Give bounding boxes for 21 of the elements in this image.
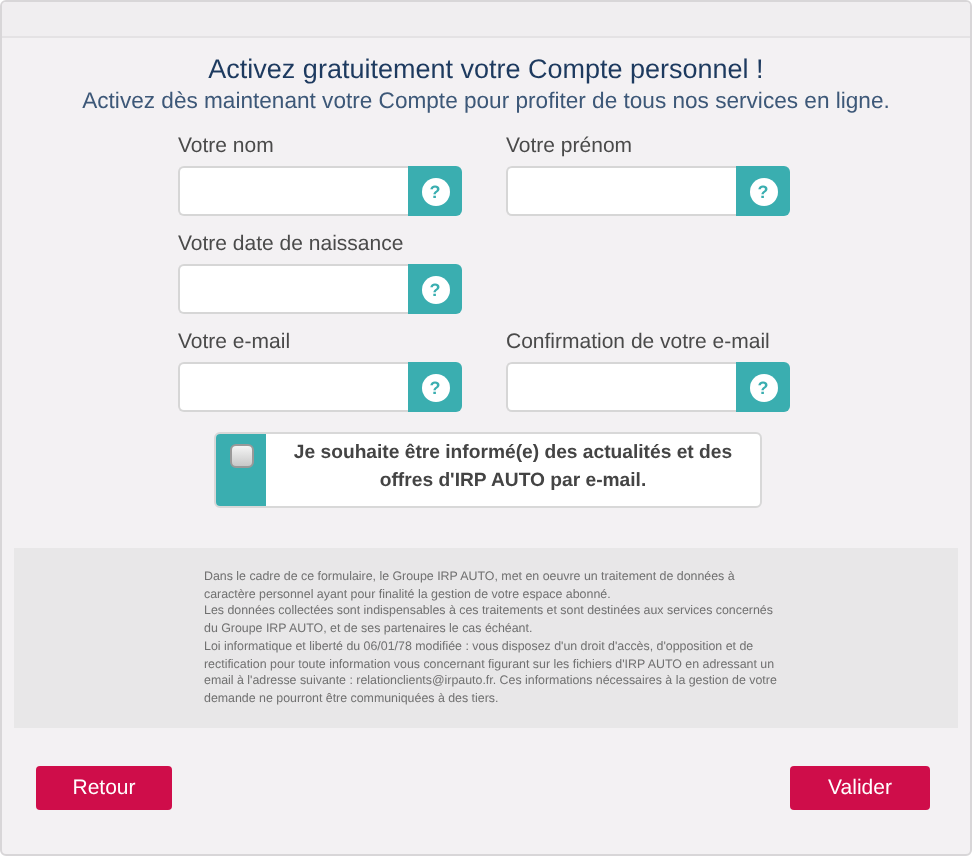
help-button[interactable]: ? xyxy=(736,362,790,412)
page-title: Activez gratuitement votre Compte personnel ! xyxy=(206,54,766,84)
field-label: Votre e-mail xyxy=(178,330,293,356)
help-button[interactable]: ? xyxy=(408,166,462,216)
input-field[interactable] xyxy=(178,166,408,216)
input-field[interactable] xyxy=(178,362,408,412)
input-field[interactable] xyxy=(506,362,736,412)
help-button[interactable]: ? xyxy=(408,362,462,412)
field-label: Votre nom xyxy=(178,134,276,160)
field-label: Votre date de naissance xyxy=(178,232,406,258)
back-button[interactable]: Retour xyxy=(36,766,172,810)
submit-button[interactable]: Valider xyxy=(790,766,930,810)
newsletter-label: Je souhaite être informé(e) des actualités et des offres d'IRP AUTO par e-mail. xyxy=(291,440,735,496)
help-button[interactable]: ? xyxy=(408,264,462,314)
help-button[interactable]: ? xyxy=(736,166,790,216)
input-field[interactable] xyxy=(506,166,736,216)
input-field[interactable] xyxy=(178,264,408,314)
field-label: Votre prénom xyxy=(506,134,635,160)
checkbox[interactable] xyxy=(229,444,253,468)
field-label: Confirmation de votre e-mail xyxy=(506,330,772,356)
page-subtitle: Activez dès maintenant votre Compte pour profiter de tous nos services en ligne. xyxy=(80,90,892,114)
